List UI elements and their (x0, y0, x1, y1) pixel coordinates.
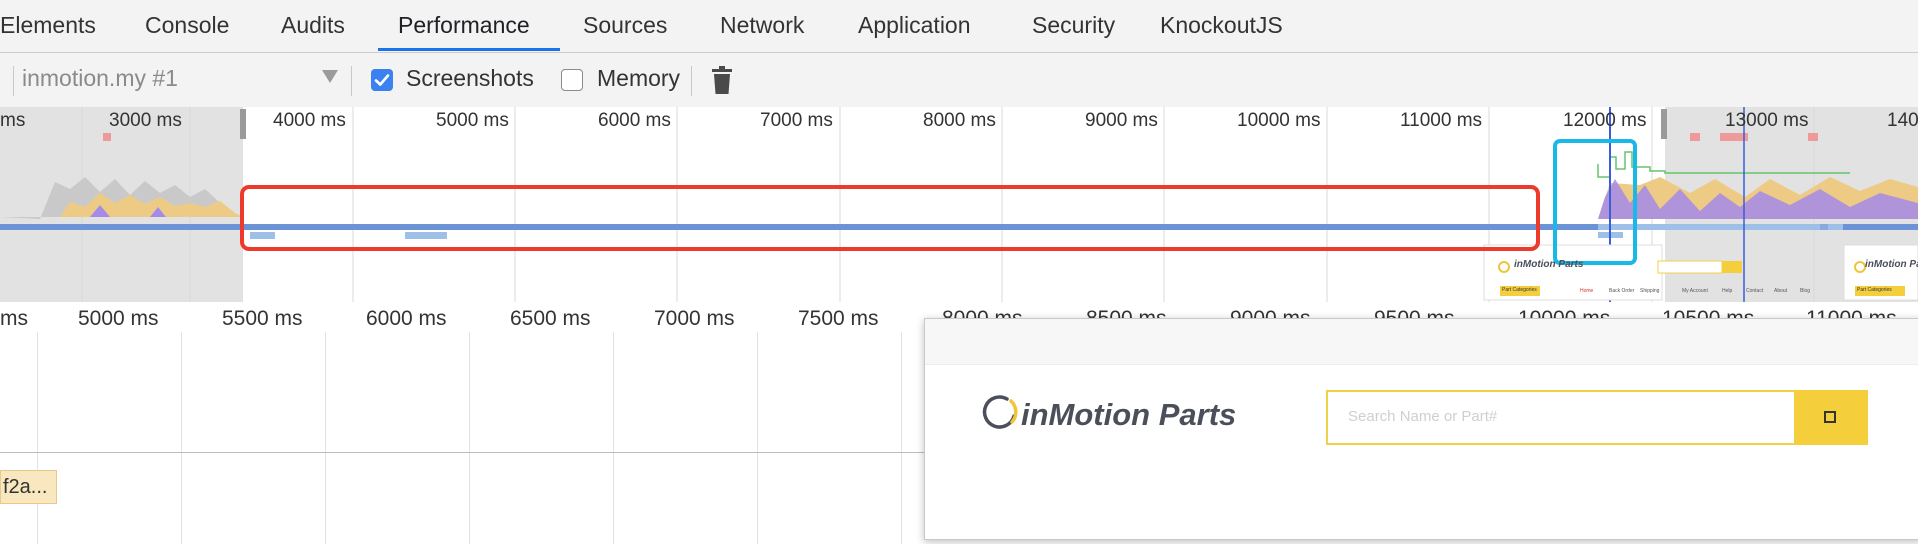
overview-tick-label: 12000 ms (1563, 110, 1647, 131)
grid-line (757, 332, 758, 544)
overview-tick-label: 6000 ms (598, 110, 671, 131)
performance-toolbar: inmotion.my #1 Screenshots Memory (0, 53, 1918, 108)
timeline-tick-label: 7500 ms (798, 307, 879, 330)
tab-application[interactable]: Application (858, 0, 971, 52)
tab-knockoutjs[interactable]: KnockoutJS (1160, 0, 1283, 52)
grid-line (325, 332, 326, 544)
grid-line (901, 332, 902, 544)
preview-header-strip (925, 319, 1918, 365)
overview-tick-label: 10000 ms (1237, 110, 1321, 131)
red-highlight-box (240, 185, 1540, 251)
trash-icon[interactable] (712, 66, 732, 94)
thumbnail-menu-item: Back Order (1609, 288, 1635, 294)
track-divider (0, 452, 925, 453)
timeline-tick-label: 7000 ms (654, 307, 735, 330)
toolbar-divider (13, 66, 14, 96)
grid-line (181, 332, 182, 544)
preview-logo-text: inMotion Parts (1021, 397, 1237, 432)
thumbnail-menu-item: My Account (1682, 288, 1708, 294)
recording-select[interactable]: inmotion.my #1 (22, 65, 178, 92)
overview-tick-label: 7000 ms (760, 110, 833, 131)
tab-performance[interactable]: Performance (398, 0, 530, 52)
tab-audits[interactable]: Audits (281, 0, 345, 52)
timeline-tick-label: ms (0, 307, 28, 330)
grid-line (37, 332, 38, 544)
overview-tick-label: 11000 ms (1400, 110, 1483, 131)
overview-tick-label: 13000 ms (1725, 110, 1809, 131)
tab-elements[interactable]: Elements (0, 0, 96, 52)
inmotion-logo-icon (982, 395, 1018, 429)
tab-security[interactable]: Security (1032, 0, 1115, 52)
thumbnail-logo-text: inMotion Parts (1514, 259, 1584, 270)
toolbar-divider (351, 66, 352, 96)
screenshots-label[interactable]: Screenshots (406, 65, 534, 92)
toolbar-divider (691, 66, 692, 96)
thumbnail-menu-item: Part Categories (1502, 287, 1537, 293)
preview-search-placeholder: Search Name or Part# (1348, 408, 1498, 425)
overview-tick-label: 140 (1887, 110, 1918, 131)
screenshot-preview-popup: inMotion Parts Search Name or Part# (924, 318, 1918, 540)
active-tab-indicator (378, 48, 560, 51)
overview-tick-label: 9000 ms (1085, 110, 1158, 131)
memory-label[interactable]: Memory (597, 65, 680, 92)
dropdown-caret-icon[interactable] (322, 70, 338, 83)
thumbnail-menu-item: Home (1580, 288, 1594, 294)
overview-tick-label: 8000 ms (923, 110, 996, 131)
timeline-overview[interactable]: inMotion Parts inMotion Parts Part Categ… (0, 107, 1918, 303)
thumbnail-logo-text: inMotion Parts (1865, 259, 1918, 270)
thumbnail-menu-item: Help (1722, 288, 1733, 294)
search-square-icon (1824, 411, 1836, 423)
flame-chart-event[interactable]: f2a... (0, 470, 57, 504)
overview-tick-label: ms (0, 110, 26, 131)
screenshots-checkbox[interactable] (371, 69, 393, 91)
overview-tick-label: 5000 ms (436, 110, 509, 131)
grid-line (613, 332, 614, 544)
checkmark-icon (374, 74, 390, 86)
tab-console[interactable]: Console (145, 0, 229, 52)
timeline-tick-label: 6500 ms (510, 307, 591, 330)
tab-network[interactable]: Network (720, 0, 804, 52)
tab-sources[interactable]: Sources (583, 0, 667, 52)
preview-search-field: Search Name or Part# (1326, 390, 1796, 445)
thumbnail-menu-item: Shipping (1640, 288, 1660, 294)
preview-search-button (1794, 390, 1868, 445)
timeline-tick-label: 6000 ms (366, 307, 447, 330)
overview-graph (0, 107, 1918, 302)
thumbnail-menu-item: Blog (1800, 288, 1811, 294)
thumbnail-menu-item: Part Categories (1857, 287, 1892, 293)
overview-tick-label: 3000 ms (109, 110, 182, 131)
timeline-tick-label: 5500 ms (222, 307, 303, 330)
grid-line (469, 332, 470, 544)
timeline-tick-label: 5000 ms (78, 307, 159, 330)
thumbnail-menu-item: Contact (1746, 288, 1764, 294)
memory-checkbox[interactable] (561, 69, 583, 91)
panel-tab-bar: Elements Console Audits Performance Sour… (0, 0, 1918, 53)
thumbnail-menu-item: About (1774, 288, 1788, 294)
overview-tick-label: 4000 ms (273, 110, 346, 131)
